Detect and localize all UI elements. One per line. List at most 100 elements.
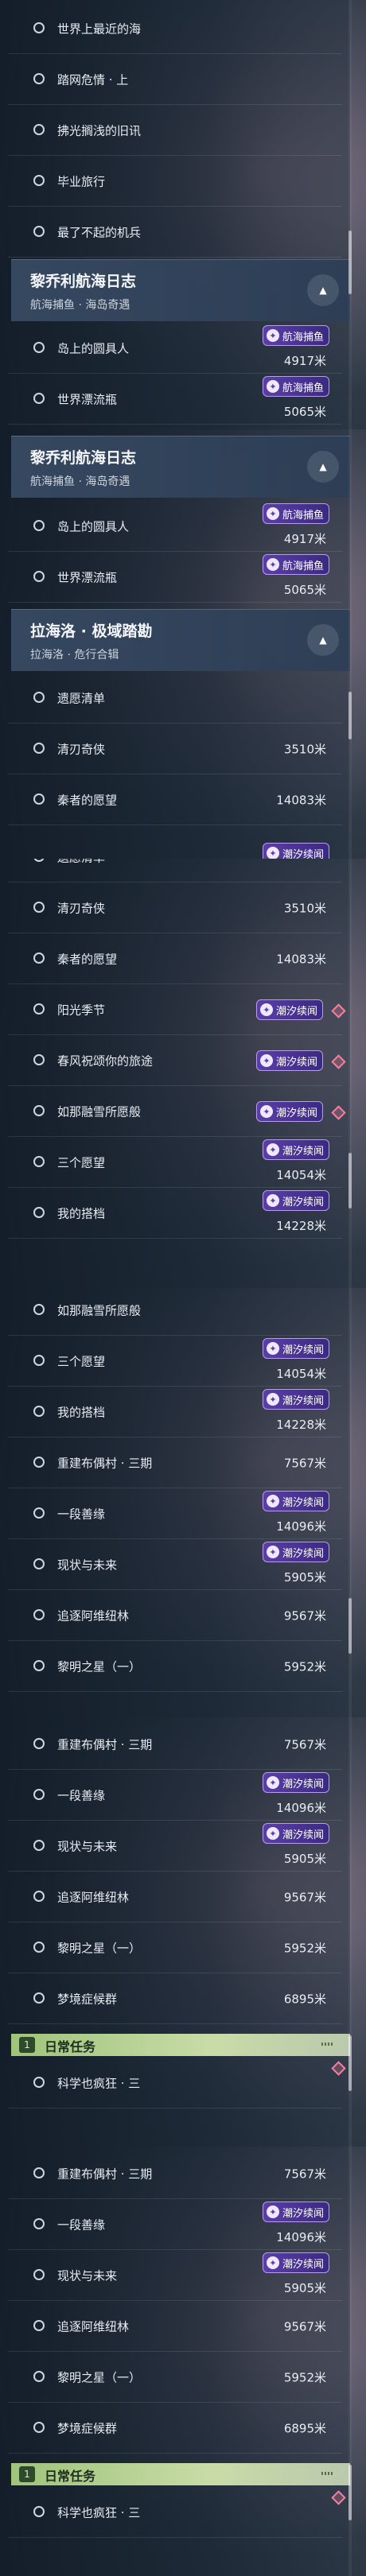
quest-row[interactable]: 现状与未来 ✦ 潮汐续闻 5905米 (0, 2250, 350, 2301)
quest-row[interactable]: 如那融雪所愿般 ✦ 潮汐续闻 (0, 1086, 350, 1137)
badge-label: 潮汐续闻 (275, 1107, 317, 1119)
quest-distance: 5952米 (283, 2370, 326, 2385)
quest-row[interactable]: 拂光搁浅的旧讯 (0, 105, 350, 156)
quest-name: 追逐阿维纽林 (57, 1890, 130, 1905)
collapse-icon[interactable]: ▲ (307, 274, 339, 306)
quest-name: 清刃奇侠 (57, 742, 106, 757)
quest-row[interactable]: 一段善缘 ✦ 潮汐续闻 14096米 (0, 1770, 350, 1821)
quest-row[interactable]: 世界漂流瓶 ✦ 航海捕鱼 5065米 (0, 374, 350, 425)
quest-row[interactable]: 追逐阿维纽林 9567米 (0, 1872, 350, 1922)
screenshot-5: 重建布偶村 · 三期 7567米 一段善缘 ✦ 潮汐续闻 14096米 现状与未来 ✦ 潮汐… (0, 1717, 366, 2147)
quest-row[interactable]: 黎明之星（一） 5952米 (0, 1641, 350, 1692)
daily-quest-header[interactable]: 1 日常任务 (11, 2463, 350, 2485)
collapse-icon[interactable]: ▲ (307, 451, 339, 483)
quest-row[interactable]: 秦者的愿望 14083米 (0, 933, 350, 984)
quest-row[interactable]: 黎明之星（一） 5952米 (0, 1922, 350, 1973)
quest-group-header[interactable]: 拉海洛 · 极域踏勘 拉海洛 · 危行合辑 ▲ (11, 609, 350, 671)
quest-status-icon (33, 175, 45, 186)
quest-distance: 5905米 (283, 1570, 326, 1585)
tide-icon: ✦ (266, 1827, 279, 1840)
quest-row[interactable]: 秦者的愿望 14083米 (0, 774, 350, 825)
quest-row[interactable]: 现状与未来 ✦ 潮汐续闻 5905米 (0, 1821, 350, 1872)
quest-row[interactable]: 我的搭档 ✦ 潮汐续闻 14228米 (0, 1188, 350, 1239)
quest-name: 世界漂流瓶 (57, 570, 118, 585)
quest-row[interactable]: 追逐阿维纽林 9567米 (0, 2301, 350, 2352)
scrollbar-thumb[interactable] (348, 231, 352, 294)
quest-row[interactable]: 一段善缘 ✦ 潮汐续闻 14096米 (0, 2199, 350, 2250)
quest-row[interactable]: 黎明之星（一） 5952米 (0, 2352, 350, 2403)
scrollbar[interactable] (348, 1288, 352, 1717)
quest-row[interactable]: 梦境症候群 6895米 (0, 1973, 350, 2024)
scrollbar[interactable] (348, 429, 352, 859)
quest-status-icon (33, 342, 45, 353)
quest-row[interactable]: 世界漂流瓶 ✦ 航海捕鱼 5065米 (0, 552, 350, 603)
quest-row[interactable]: 重建布偶村 · 三期 7567米 (0, 1719, 350, 1770)
scrollbar[interactable] (348, 1717, 352, 2147)
quest-group-header[interactable]: 黎乔利航海日志 航海捕鱼 · 海岛奇遇 ▲ (11, 436, 350, 498)
scrollbar[interactable] (348, 2147, 352, 2576)
quest-row[interactable]: 三个愿望 ✦ 潮汐续闻 14054米 (0, 1336, 350, 1387)
quest-distance: 3510米 (283, 901, 326, 916)
badge-label: 潮汐续闻 (275, 1056, 317, 1069)
quest-status-icon (33, 571, 45, 582)
quest-row[interactable]: 追逐阿维纽林 9567米 (0, 1590, 350, 1641)
quest-category-badge: ✦ 航海捕鱼 (262, 325, 329, 346)
quest-row[interactable]: 如那融雪所愿般 (0, 1288, 350, 1336)
scrollbar[interactable] (348, 859, 352, 1288)
quest-row[interactable]: 科学也疯狂 · 三 (0, 2058, 350, 2109)
quest-row[interactable]: 遗愿清单 (0, 673, 350, 724)
quest-row[interactable]: 梦境症候群 6895米 (0, 2403, 350, 2454)
collapse-icon[interactable]: ▲ (307, 624, 339, 656)
quest-name: 遗愿清单 (57, 859, 105, 866)
quest-row[interactable]: 清刃奇侠 3510米 (0, 724, 350, 774)
quest-name: 踏网危情 · 上 (57, 72, 129, 87)
group-title: 拉海洛 · 极域踏勘 (30, 623, 153, 640)
scrollbar[interactable] (348, 0, 352, 429)
quest-row[interactable]: 最了不起的机兵 (0, 207, 350, 258)
quest-status-icon (33, 1054, 45, 1065)
badge-label: 潮汐续闻 (282, 1196, 324, 1208)
quest-row[interactable]: 清刃奇侠 3510米 (0, 883, 350, 933)
quest-status-icon (33, 1660, 45, 1671)
tide-icon: ✦ (266, 1495, 279, 1507)
quest-status-icon (33, 692, 45, 703)
scrollbar-thumb[interactable] (348, 1153, 352, 1208)
quest-status-icon (33, 2269, 45, 2280)
quest-category-badge: ✦ 潮汐续闻 (262, 1491, 329, 1511)
new-marker-icon (331, 1003, 346, 1018)
quest-group-header[interactable]: 黎乔利航海日志 航海捕鱼 · 海岛奇遇 ▲ (11, 259, 350, 321)
group-subtitle: 航海捕鱼 · 海岛奇遇 (30, 299, 130, 312)
quest-row[interactable]: 岛上的圆具人 ✦ 航海捕鱼 4917米 (0, 501, 350, 552)
quest-status-icon (33, 2218, 45, 2229)
quest-row[interactable]: 重建布偶村 · 三期 7567米 (0, 2148, 350, 2199)
quest-row[interactable]: 踏网危情 · 上 (0, 54, 350, 105)
quest-row[interactable]: 阳光季节 ✦ 潮汐续闻 (0, 984, 350, 1035)
quest-row[interactable]: 三个愿望 ✦ 潮汐续闻 14054米 (0, 1137, 350, 1188)
quest-row[interactable]: 一段善缘 ✦ 潮汐续闻 14096米 (0, 1488, 350, 1539)
quest-row[interactable]: 岛上的圆具人 ✦ 航海捕鱼 4917米 (0, 323, 350, 374)
quest-row[interactable]: 春风祝颂你的旅途 ✦ 潮汐续闻 (0, 1035, 350, 1086)
scrollbar-thumb[interactable] (348, 2465, 352, 2520)
quest-status-icon (33, 859, 45, 862)
quest-status-icon (33, 2320, 45, 2331)
tide-icon: ✦ (266, 1546, 279, 1558)
quest-row[interactable]: 重建布偶村 · 三期 7567米 (0, 1437, 350, 1488)
quest-row[interactable]: 科学也疯狂 · 三 (0, 2487, 350, 2538)
quest-status-icon (33, 1105, 45, 1116)
quest-name: 追逐阿维纽林 (57, 2319, 130, 2334)
quest-category-badge: ✦ 潮汐续闻 (262, 1190, 329, 1211)
scrollbar-thumb[interactable] (348, 692, 352, 739)
quest-row[interactable]: 遗愿清单 (0, 859, 350, 883)
scrollbar-thumb[interactable] (348, 1598, 352, 1654)
quest-row[interactable]: 现状与未来 ✦ 潮汐续闻 5905米 (0, 1539, 350, 1590)
quest-status-icon (33, 22, 45, 33)
quest-distance: 5065米 (283, 405, 326, 419)
quest-row[interactable]: 毕业旅行 (0, 156, 350, 207)
quest-row[interactable]: 我的搭档 ✦ 潮汐续闻 14228米 (0, 1387, 350, 1437)
scrollbar-thumb[interactable] (348, 2035, 352, 2091)
quest-name: 最了不起的机兵 (57, 225, 142, 240)
daily-quest-header[interactable]: 1 日常任务 (11, 2034, 350, 2056)
quest-row[interactable]: ✦ 潮汐续闻 (0, 825, 350, 859)
quest-row[interactable]: 世界上最近的海 (0, 3, 350, 54)
quest-name: 世界上最近的海 (57, 21, 142, 37)
